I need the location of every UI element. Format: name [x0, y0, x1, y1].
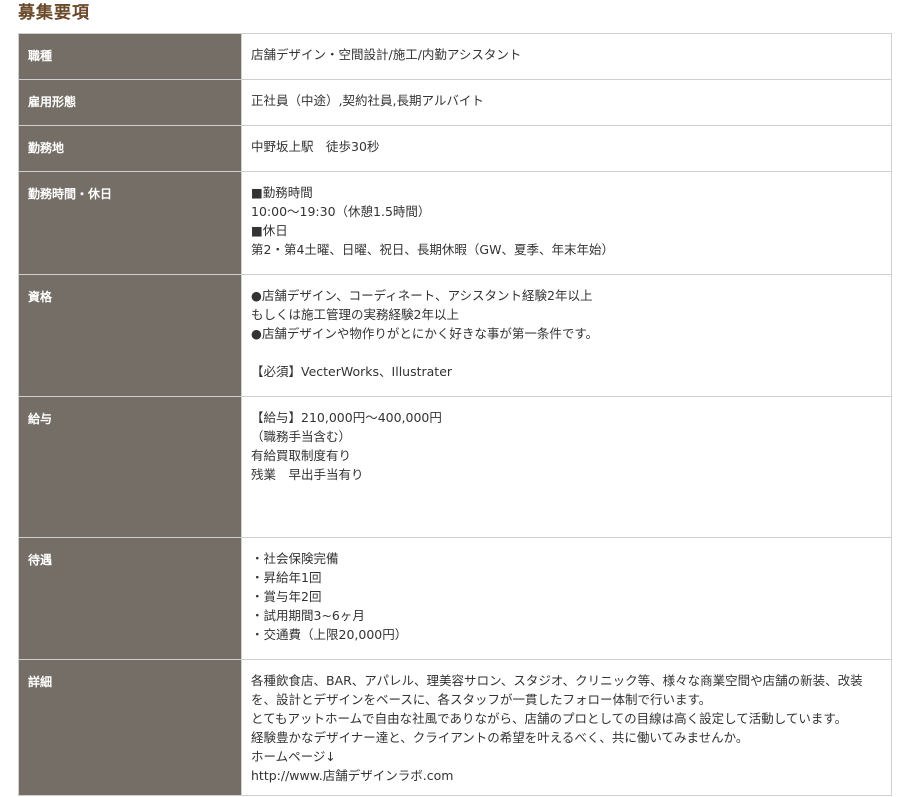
hours-line: ■勤務時間	[251, 185, 313, 200]
table-row-details: 詳細 各種飲食店、BAR、アパレル、理美容サロン、スタジオ、クリニック等、様々な…	[18, 659, 892, 796]
row-label-qualifications: 資格	[18, 274, 242, 397]
table-row-employment-type: 雇用形態 正社員（中途）,契約社員,長期アルバイト	[18, 79, 892, 126]
homepage-url: http://www.店舗デザインラボ.com	[251, 768, 454, 783]
row-label-job-type: 職種	[18, 33, 242, 80]
work-location-line: 中野坂上駅 徒歩30秒	[251, 139, 380, 154]
table-row-work-location: 勤務地 中野坂上駅 徒歩30秒	[18, 125, 892, 172]
salary-line: （職務手当含む）	[251, 429, 352, 444]
hours-line: 第2・第4土曜、日曜、祝日、長期休暇（GW、夏季、年末年始）	[251, 242, 614, 257]
row-value-employment-type: 正社員（中途）,契約社員,長期アルバイト	[241, 79, 892, 126]
table-row-benefits: 待遇 ・社会保険完備 ・昇給年1回 ・賞与年2回 ・試用期間3~6ヶ月 ・交通費…	[18, 537, 892, 660]
benefit-line: ・昇給年1回	[251, 570, 322, 585]
row-label-benefits: 待遇	[18, 537, 242, 660]
salary-line: 有給買取制度有り	[251, 448, 352, 463]
table-row-salary: 給与 【給与】210,000円～400,000円 （職務手当含む） 有給買取制度…	[18, 396, 892, 538]
row-value-qualifications: ●店舗デザイン、コーディネート、アシスタント経験2年以上 もしくは施工管理の実務…	[241, 274, 892, 397]
recruitment-table: 職種 店舗デザイン・空間設計/施工/内勤アシスタント 雇用形態 正社員（中途）,…	[18, 33, 892, 796]
row-label-salary: 給与	[18, 396, 242, 538]
row-value-work-location: 中野坂上駅 徒歩30秒	[241, 125, 892, 172]
row-label-employment-type: 雇用形態	[18, 79, 242, 126]
salary-line: 残業 早出手当有り	[251, 467, 364, 482]
details-line: とてもアットホームで自由な社風でありながら、店舗のプロとしての目線は高く設定して…	[251, 711, 848, 726]
row-label-hours-holidays: 勤務時間・休日	[18, 171, 242, 275]
qualification-line: 【必須】VecterWorks、Illustrater	[251, 364, 453, 379]
table-row-hours-holidays: 勤務時間・休日 ■勤務時間 10:00～19:30（休憩1.5時間） ■休日 第…	[18, 171, 892, 275]
row-label-work-location: 勤務地	[18, 125, 242, 172]
table-row-job-type: 職種 店舗デザイン・空間設計/施工/内勤アシスタント	[18, 33, 892, 80]
hours-line: ■休日	[251, 223, 288, 238]
benefit-line: ・社会保険完備	[251, 551, 339, 566]
qualification-line: もしくは施工管理の実務経験2年以上	[251, 307, 459, 322]
qualification-line: ●店舗デザイン、コーディネート、アシスタント経験2年以上	[251, 288, 593, 303]
qualification-line: ●店舗デザインや物作りがとにかく好きな事が第一条件です。	[251, 326, 599, 341]
benefit-line: ・賞与年2回	[251, 589, 322, 604]
row-value-hours-holidays: ■勤務時間 10:00～19:30（休憩1.5時間） ■休日 第2・第4土曜、日…	[241, 171, 892, 275]
salary-line: 【給与】210,000円～400,000円	[251, 410, 442, 425]
page-title: 募集要項	[18, 3, 90, 23]
benefit-line: ・交通費（上限20,000円）	[251, 627, 408, 642]
details-line: ホームページ↓	[251, 749, 336, 764]
hours-line: 10:00～19:30（休憩1.5時間）	[251, 204, 431, 219]
details-line: 経験豊かなデザイナー達と、クライアントの希望を叶えるべく、共に働いてみませんか。	[251, 730, 749, 745]
row-value-details: 各種飲食店、BAR、アパレル、理美容サロン、スタジオ、クリニック等、様々な商業空…	[241, 659, 892, 796]
qualification-line	[251, 343, 883, 362]
table-row-qualifications: 資格 ●店舗デザイン、コーディネート、アシスタント経験2年以上 もしくは施工管理…	[18, 274, 892, 397]
benefit-line: ・試用期間3~6ヶ月	[251, 608, 365, 623]
row-label-details: 詳細	[18, 659, 242, 796]
job-type-line: 店舗デザイン・空間設計/施工/内勤アシスタント	[251, 47, 522, 62]
employment-type-line: 正社員（中途）,契約社員,長期アルバイト	[251, 93, 484, 108]
row-value-salary: 【給与】210,000円～400,000円 （職務手当含む） 有給買取制度有り …	[241, 396, 892, 538]
details-line: 各種飲食店、BAR、アパレル、理美容サロン、スタジオ、クリニック等、様々な商業空…	[251, 673, 863, 707]
row-value-job-type: 店舗デザイン・空間設計/施工/内勤アシスタント	[241, 33, 892, 80]
row-value-benefits: ・社会保険完備 ・昇給年1回 ・賞与年2回 ・試用期間3~6ヶ月 ・交通費（上限…	[241, 537, 892, 660]
